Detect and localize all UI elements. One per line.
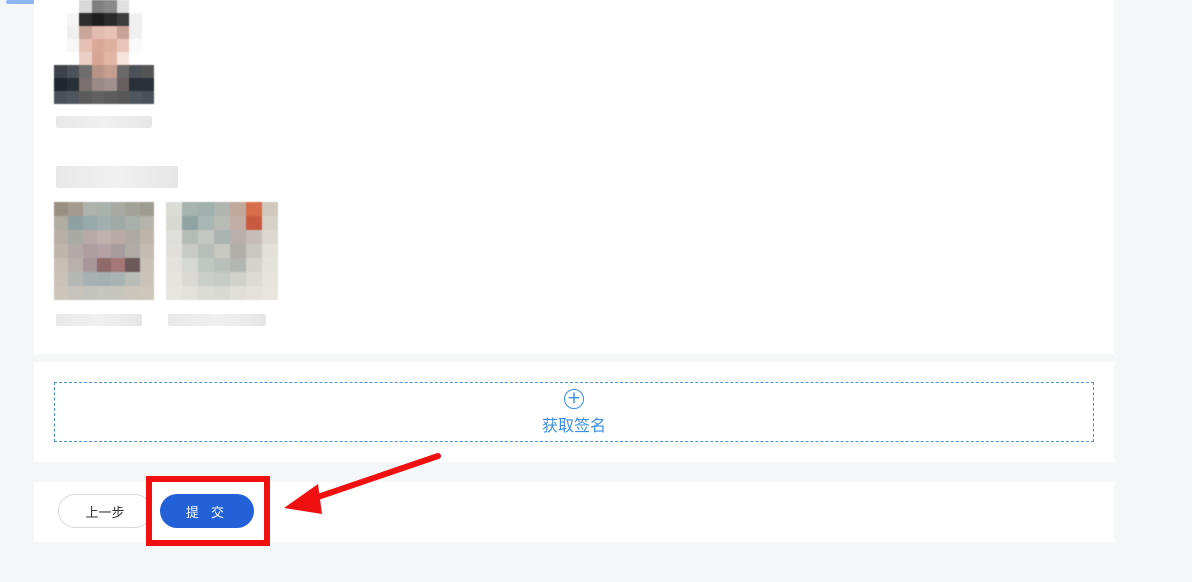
page: + 获取签名 上一步 提 交 <box>0 0 1192 582</box>
annotation-arrow-icon <box>284 453 441 514</box>
